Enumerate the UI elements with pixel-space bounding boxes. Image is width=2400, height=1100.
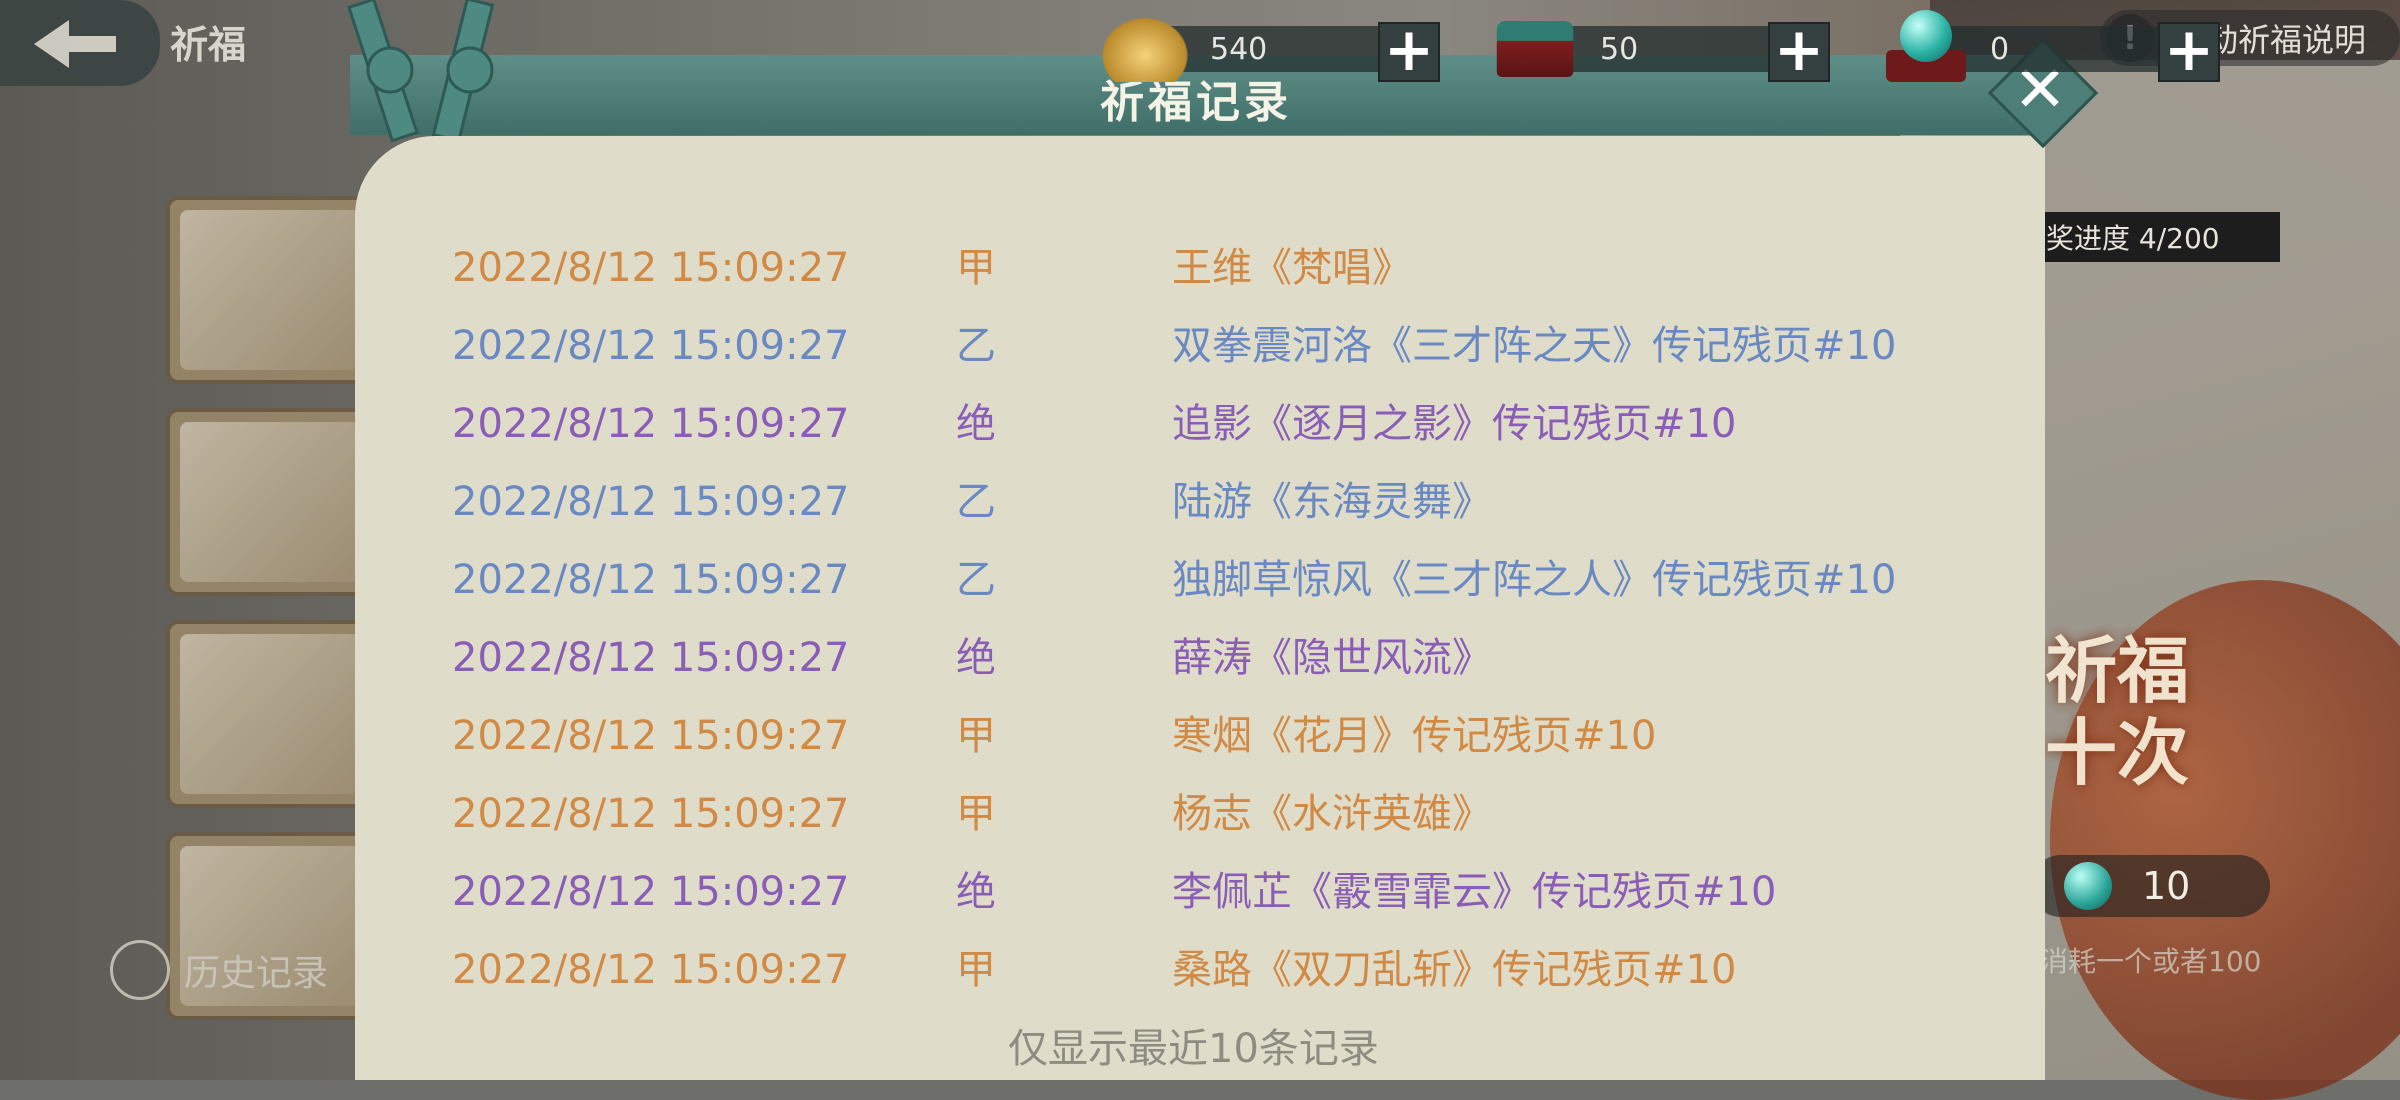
record-row: 2022/8/12 15:09:27 绝 追影《逐月之影》传记残页#10 — [452, 396, 2012, 474]
record-time: 2022/8/12 15:09:27 — [452, 869, 850, 915]
pray-line1: 祈福 — [2045, 629, 2190, 713]
character-card[interactable] — [166, 196, 374, 384]
record-grade: 乙 — [956, 323, 996, 369]
currency-orb: 0 + — [1880, 10, 2220, 82]
character-card[interactable] — [166, 620, 374, 808]
record-row: 2022/8/12 15:09:27 乙 双拳震河洛《三才阵之天》传记残页#10 — [452, 318, 2012, 396]
cost-pill: 10 — [2030, 855, 2270, 917]
record-item: 寒烟《花月》传记残页#10 — [1172, 713, 1657, 759]
record-time: 2022/8/12 15:09:27 — [452, 245, 850, 291]
record-grade: 乙 — [956, 479, 996, 525]
treasure-chest-icon — [1496, 20, 1574, 78]
record-item: 双拳震河洛《三才阵之天》传记残页#10 — [1172, 323, 1897, 369]
record-time: 2022/8/12 15:09:27 — [452, 791, 850, 837]
jade-orb-icon — [1880, 10, 1970, 82]
pray-line2: 十次 — [2045, 711, 2190, 795]
currency-chest: 50 + — [1490, 18, 1830, 82]
currency-bar — [1940, 26, 2170, 72]
record-row: 2022/8/12 15:09:27 甲 桑路《双刀乱斩》传记残页#10 — [452, 942, 2012, 1020]
record-grade: 甲 — [956, 245, 996, 291]
lotus-icon — [110, 940, 170, 1000]
gold-ingot-icon — [1100, 16, 1190, 82]
currency-gold: 540 + — [1100, 16, 1440, 82]
record-item: 独脚草惊风《三才阵之人》传记残页#10 — [1172, 557, 1897, 603]
record-grade: 甲 — [956, 713, 996, 759]
back-arrow-icon — [34, 20, 116, 68]
history-label: 历史记录 — [184, 953, 329, 994]
record-row: 2022/8/12 15:09:27 甲 王维《梵唱》 — [452, 240, 2012, 318]
jade-orb-icon — [2064, 862, 2112, 910]
record-time: 2022/8/12 15:09:27 — [452, 635, 850, 681]
record-item: 追影《逐月之影》传记残页#10 — [1172, 401, 1737, 447]
record-item: 陆游《东海灵舞》 — [1172, 479, 1492, 525]
currency-value: 50 — [1600, 32, 1639, 67]
record-row: 2022/8/12 15:09:27 甲 杨志《水浒英雄》 — [452, 786, 2012, 864]
record-time: 2022/8/12 15:09:27 — [452, 401, 850, 447]
currency-value: 540 — [1210, 32, 1268, 67]
reward-progress: 奖进度 4/200 — [2030, 212, 2280, 262]
add-orb-button[interactable]: + — [2158, 20, 2220, 82]
record-grade: 甲 — [956, 791, 996, 837]
back-button[interactable] — [0, 0, 160, 86]
currency-bar — [1160, 26, 1390, 72]
record-time: 2022/8/12 15:09:27 — [452, 323, 850, 369]
record-row: 2022/8/12 15:09:27 甲 寒烟《花月》传记残页#10 — [452, 708, 2012, 786]
record-row: 2022/8/12 15:09:27 绝 李佩芷《霰雪霏云》传记残页#10 — [452, 864, 2012, 942]
footer-note: 仅显示最近10条记录 — [1008, 1026, 1379, 1072]
pray-ten-button[interactable]: 祈福 十次 — [2045, 630, 2189, 794]
record-time: 2022/8/12 15:09:27 — [452, 479, 850, 525]
record-grade: 甲 — [956, 947, 996, 993]
record-grade: 绝 — [956, 635, 996, 681]
record-item: 王维《梵唱》 — [1172, 245, 1412, 291]
currency-value: 0 — [1990, 32, 2010, 67]
record-grade: 绝 — [956, 401, 996, 447]
add-gold-button[interactable]: + — [1378, 20, 1440, 82]
cost-note: 消耗一个或者100 — [2040, 945, 2262, 978]
record-item: 李佩芷《霰雪霏云》传记残页#10 — [1172, 869, 1777, 915]
record-row: 2022/8/12 15:09:27 乙 独脚草惊风《三才阵之人》传记残页#10 — [452, 552, 2012, 630]
book-card[interactable] — [166, 408, 374, 596]
record-row: 2022/8/12 15:09:27 绝 薛涛《隐世风流》 — [452, 630, 2012, 708]
record-time: 2022/8/12 15:09:27 — [452, 947, 850, 993]
currency-bar — [1550, 26, 1780, 72]
record-time: 2022/8/12 15:09:27 — [452, 557, 850, 603]
record-row: 2022/8/12 15:09:27 乙 陆游《东海灵舞》 — [452, 474, 2012, 552]
page-title: 祈福 — [170, 23, 247, 67]
cost-amount: 10 — [2142, 864, 2191, 908]
history-record-button[interactable]: 历史记录 — [110, 940, 328, 1000]
record-grade: 绝 — [956, 869, 996, 915]
record-list: 2022/8/12 15:09:27 甲 王维《梵唱》 2022/8/12 15… — [452, 240, 2012, 1020]
record-item: 杨志《水浒英雄》 — [1172, 791, 1492, 837]
add-chest-button[interactable]: + — [1768, 20, 1830, 82]
record-item: 桑路《双刀乱斩》传记残页#10 — [1172, 947, 1737, 993]
record-item: 薛涛《隐世风流》 — [1172, 635, 1492, 681]
record-time: 2022/8/12 15:09:27 — [452, 713, 850, 759]
record-grade: 乙 — [956, 557, 996, 603]
